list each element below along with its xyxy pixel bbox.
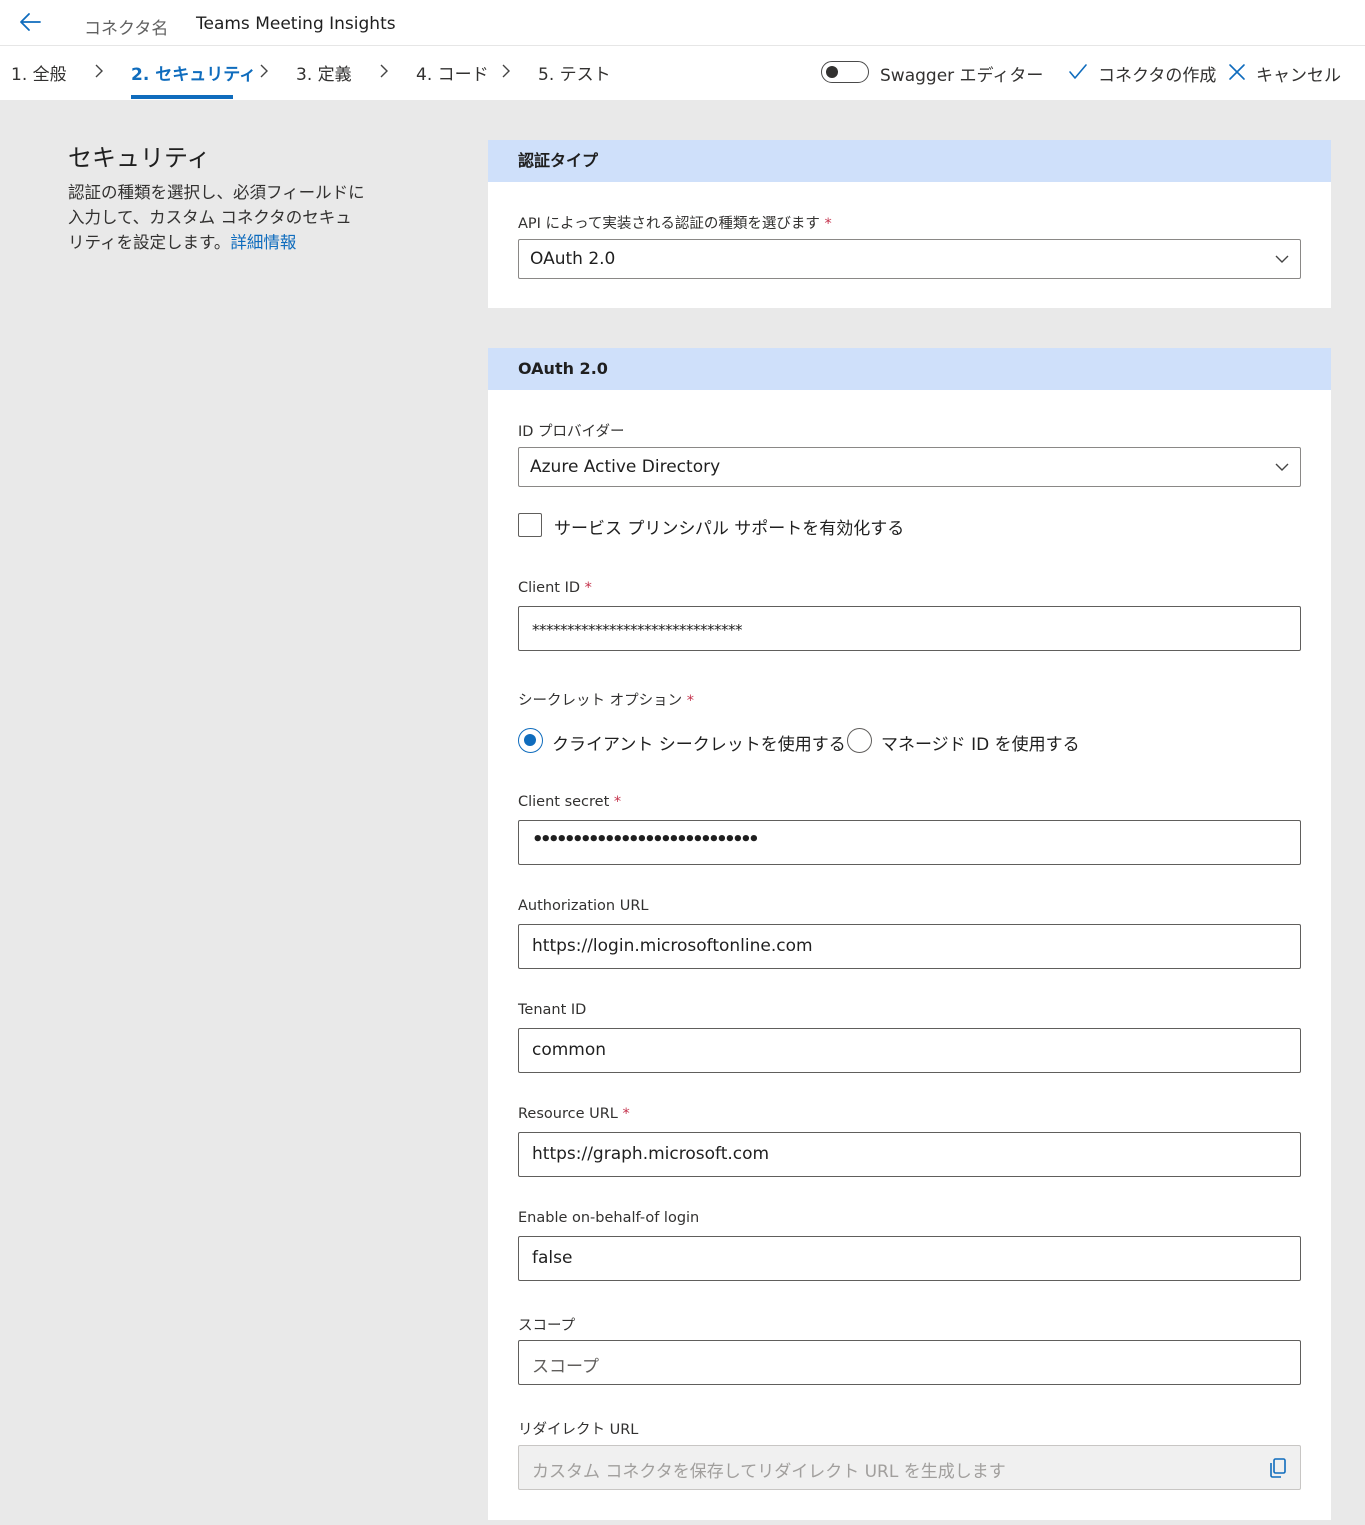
idp-selected: Azure Active Directory <box>530 457 721 477</box>
active-step-indicator <box>131 95 233 99</box>
managed-id-radio[interactable] <box>847 728 872 753</box>
secret-option-label: シークレット オプション * <box>518 689 694 710</box>
obo-login-input[interactable]: false <box>518 1236 1301 1281</box>
required-mark: * <box>584 580 592 596</box>
chevron-right-icon <box>380 64 388 78</box>
close-icon <box>1229 64 1245 80</box>
authorization-url-input[interactable]: https://login.microsoftonline.com <box>518 924 1301 969</box>
client-id-input[interactable]: ****************************** <box>518 606 1301 651</box>
top-bar: コネクタ名 Teams Meeting Insights <box>0 0 1365 46</box>
secret-option-label-text: シークレット オプション <box>518 693 683 709</box>
idp-dropdown[interactable]: Azure Active Directory <box>518 447 1301 487</box>
connector-name-label: コネクタ名 <box>84 19 169 39</box>
client-secret-label: Client secret * <box>518 794 621 810</box>
create-connector-label: コネクタの作成 <box>1098 66 1217 86</box>
chevron-right-icon <box>502 64 510 78</box>
oauth-heading: OAuth 2.0 <box>488 348 1331 390</box>
swagger-editor-label: Swagger エディター <box>880 66 1044 86</box>
resource-url-value: https://graph.microsoft.com <box>532 1144 770 1164</box>
resource-url-input[interactable]: https://graph.microsoft.com <box>518 1132 1301 1177</box>
obo-login-label: Enable on-behalf-of login <box>518 1210 700 1226</box>
scope-input[interactable]: スコープ <box>518 1340 1301 1385</box>
back-arrow-icon[interactable] <box>18 10 44 34</box>
cancel-label: キャンセル <box>1256 66 1341 86</box>
required-mark: * <box>622 1106 630 1122</box>
toggle-knob <box>826 66 838 78</box>
resource-url-label-text: Resource URL <box>518 1106 618 1122</box>
oauth-card: OAuth 2.0 ID プロバイダー Azure Active Directo… <box>488 348 1331 1520</box>
step-code[interactable]: 4. コード <box>416 60 489 85</box>
connector-name[interactable]: Teams Meeting Insights <box>196 14 396 34</box>
step-security[interactable]: 2. セキュリティ <box>131 60 256 85</box>
auth-type-heading: 認証タイプ <box>488 140 1331 182</box>
chevron-right-icon <box>95 64 103 78</box>
copy-icon[interactable] <box>1268 1457 1288 1479</box>
required-mark: * <box>824 216 832 232</box>
idp-label: ID プロバイダー <box>518 424 625 440</box>
learn-more-link[interactable]: 詳細情報 <box>230 233 296 252</box>
chevron-down-icon <box>1275 255 1289 263</box>
tenant-id-input[interactable]: common <box>518 1028 1301 1073</box>
scope-placeholder: スコープ <box>532 1357 599 1377</box>
chevron-right-icon <box>260 64 268 78</box>
obo-login-value: false <box>532 1248 573 1268</box>
auth-type-label: API によって実装される認証の種類を選びます * <box>518 212 832 233</box>
section-title: セキュリティ <box>68 144 211 172</box>
auth-type-dropdown[interactable]: OAuth 2.0 <box>518 239 1301 279</box>
chevron-down-icon <box>1275 463 1289 471</box>
scope-label: スコープ <box>518 1318 576 1334</box>
redirect-url-placeholder: カスタム コネクタを保存してリダイレクト URL を生成します <box>532 1462 1006 1482</box>
required-mark: * <box>613 794 622 810</box>
client-id-label-text: Client ID <box>518 580 581 596</box>
redirect-url-label: リダイレクト URL <box>518 1422 639 1438</box>
client-secret-label-text: Client secret <box>518 794 610 810</box>
auth-type-card: 認証タイプ API によって実装される認証の種類を選びます * OAuth 2.… <box>488 140 1331 308</box>
required-mark: * <box>686 693 694 709</box>
auth-type-label-text: API によって実装される認証の種類を選びます <box>518 216 820 232</box>
authorization-url-label: Authorization URL <box>518 898 649 914</box>
section-description: 認証の種類を選択し、必須フィールドに入力して、カスタム コネクタのセキュリティを… <box>68 180 368 255</box>
client-id-label: Client ID * <box>518 580 592 596</box>
client-secret-input[interactable]: •••••••••••••••••••••••••••• <box>518 820 1301 865</box>
authorization-url-value: https://login.microsoftonline.com <box>532 936 813 956</box>
client-secret-radio[interactable] <box>518 728 543 753</box>
tenant-id-value: common <box>532 1040 607 1060</box>
step-definition[interactable]: 3. 定義 <box>296 60 352 85</box>
redirect-url-input: カスタム コネクタを保存してリダイレクト URL を生成します <box>518 1445 1301 1490</box>
wizard-steps: 1. 全般 2. セキュリティ 3. 定義 4. コード 5. テスト Swag… <box>0 46 1365 100</box>
resource-url-label: Resource URL * <box>518 1106 630 1122</box>
client-id-value: ****************************** <box>532 621 743 639</box>
step-general[interactable]: 1. 全般 <box>11 60 67 85</box>
managed-id-radio-label: マネージド ID を使用する <box>881 735 1080 755</box>
service-principal-label: サービス プリンシパル サポートを有効化する <box>554 519 905 539</box>
auth-type-selected: OAuth 2.0 <box>530 249 616 269</box>
swagger-editor-toggle[interactable] <box>821 61 869 83</box>
cancel-button[interactable]: キャンセル <box>1228 60 1341 86</box>
client-secret-value: •••••••••••••••••••••••••••• <box>532 829 760 850</box>
service-principal-checkbox[interactable] <box>518 513 542 537</box>
tenant-id-label: Tenant ID <box>518 1002 587 1018</box>
checkmark-icon <box>1069 64 1087 79</box>
description-text: 認証の種類を選択し、必須フィールドに入力して、カスタム コネクタのセキュリティを… <box>68 183 365 252</box>
client-secret-radio-label: クライアント シークレットを使用する <box>552 735 846 755</box>
step-test[interactable]: 5. テスト <box>538 60 611 85</box>
